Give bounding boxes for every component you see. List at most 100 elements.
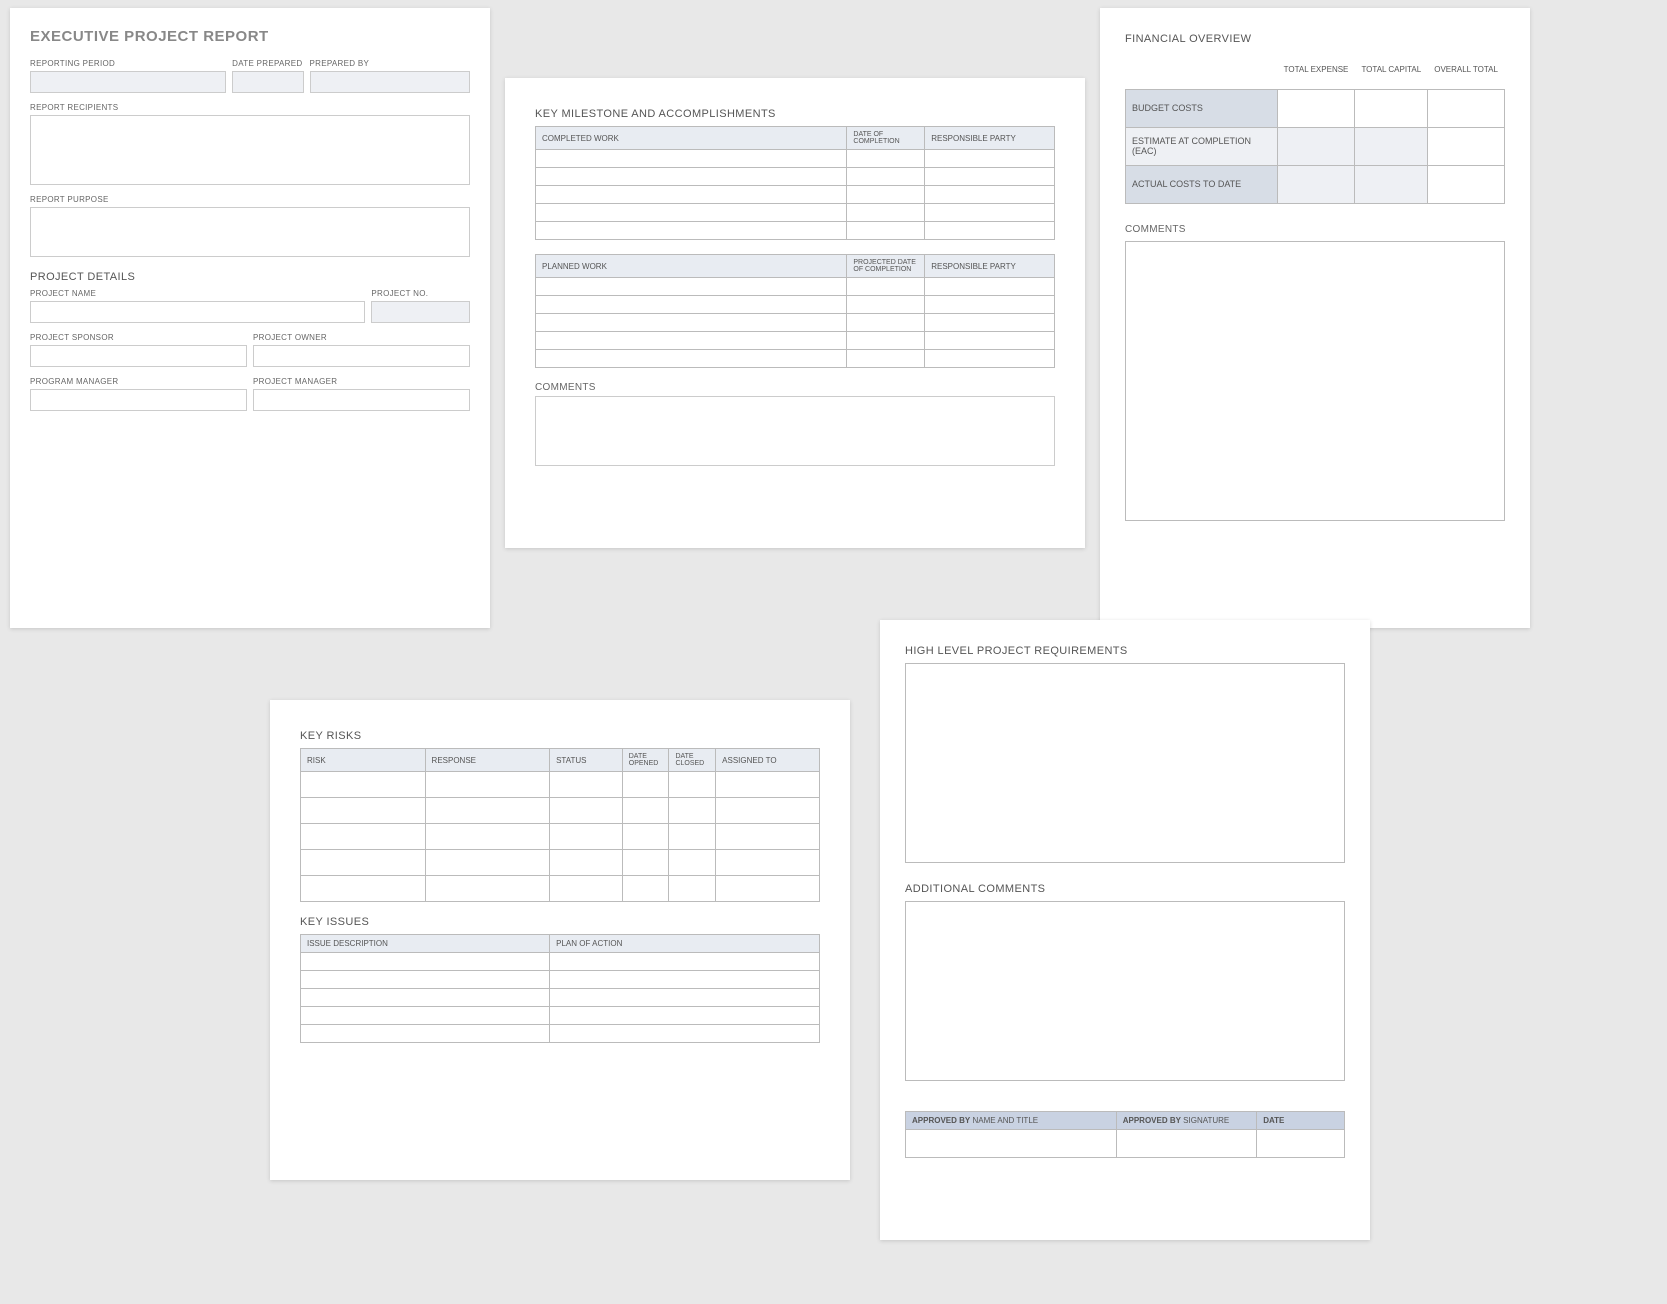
th-approved-sig: APPROVED BY SIGNATURE bbox=[1116, 1112, 1256, 1130]
table-row[interactable] bbox=[536, 186, 1055, 204]
input-requirements[interactable] bbox=[905, 663, 1345, 863]
input-project-manager[interactable] bbox=[253, 389, 470, 411]
heading-key-issues: KEY ISSUES bbox=[300, 916, 820, 928]
lbl-eac: ESTIMATE AT COMPLETION (EAC) bbox=[1126, 127, 1278, 165]
row-eac: ESTIMATE AT COMPLETION (EAC) bbox=[1126, 127, 1505, 165]
cell[interactable] bbox=[1355, 165, 1428, 203]
heading-additional-comments: ADDITIONAL COMMENTS bbox=[905, 883, 1345, 895]
row-actual: ACTUAL COSTS TO DATE bbox=[1126, 165, 1505, 203]
th-projected-date: PROJECTED DATE OF COMPLETION bbox=[847, 255, 925, 278]
table-row[interactable] bbox=[536, 204, 1055, 222]
lbl-program-manager: PROGRAM MANAGER bbox=[30, 377, 247, 386]
input-milestone-comments[interactable] bbox=[535, 396, 1055, 466]
table-row[interactable] bbox=[536, 350, 1055, 368]
cell[interactable] bbox=[1428, 89, 1505, 127]
table-risks: RISK RESPONSE STATUS DATE OPENED DATE CL… bbox=[300, 748, 820, 902]
lbl-project-no: PROJECT NO. bbox=[371, 289, 470, 298]
th-status: STATUS bbox=[550, 749, 623, 772]
input-project-sponsor[interactable] bbox=[30, 345, 247, 367]
th-assigned-to: ASSIGNED TO bbox=[716, 749, 820, 772]
th-response: RESPONSE bbox=[425, 749, 550, 772]
heading-requirements: HIGH LEVEL PROJECT REQUIREMENTS bbox=[905, 645, 1345, 657]
input-project-no[interactable] bbox=[371, 301, 470, 323]
table-row[interactable] bbox=[301, 1025, 820, 1043]
input-report-purpose[interactable] bbox=[30, 207, 470, 257]
cell[interactable] bbox=[1277, 165, 1355, 203]
input-project-owner[interactable] bbox=[253, 345, 470, 367]
page-executive-report: EXECUTIVE PROJECT REPORT REPORTING PERIO… bbox=[10, 8, 490, 628]
th-approved-name: APPROVED BY NAME AND TITLE bbox=[906, 1112, 1117, 1130]
lbl-reporting-period: REPORTING PERIOD bbox=[30, 59, 226, 68]
th-date-completion: DATE OF COMPLETION bbox=[847, 127, 925, 150]
th-completed-work: COMPLETED WORK bbox=[536, 127, 847, 150]
heading-project-details: PROJECT DETAILS bbox=[30, 271, 470, 283]
lbl-budget-costs: BUDGET COSTS bbox=[1126, 89, 1278, 127]
heading-financial: FINANCIAL OVERVIEW bbox=[1125, 33, 1505, 45]
cell[interactable] bbox=[1355, 127, 1428, 165]
table-row[interactable] bbox=[536, 296, 1055, 314]
table-row[interactable] bbox=[301, 971, 820, 989]
cell[interactable] bbox=[1428, 165, 1505, 203]
page-risks-issues: KEY RISKS RISK RESPONSE STATUS DATE OPEN… bbox=[270, 700, 850, 1180]
input-reporting-period[interactable] bbox=[30, 71, 226, 93]
report-title: EXECUTIVE PROJECT REPORT bbox=[30, 28, 470, 45]
table-row[interactable] bbox=[536, 314, 1055, 332]
row-budget-costs: BUDGET COSTS bbox=[1126, 89, 1505, 127]
th-plan-action: PLAN OF ACTION bbox=[550, 935, 820, 953]
th-date-opened: DATE OPENED bbox=[622, 749, 669, 772]
table-row[interactable] bbox=[301, 798, 820, 824]
table-row[interactable] bbox=[301, 1007, 820, 1025]
th-total-capital: TOTAL CAPITAL bbox=[1355, 51, 1428, 89]
cell[interactable] bbox=[1277, 89, 1355, 127]
th-overall-total: OVERALL TOTAL bbox=[1428, 51, 1505, 89]
table-row[interactable] bbox=[301, 824, 820, 850]
input-additional-comments[interactable] bbox=[905, 901, 1345, 1081]
cell[interactable] bbox=[1428, 127, 1505, 165]
lbl-project-sponsor: PROJECT SPONSOR bbox=[30, 333, 247, 342]
input-prepared-by[interactable] bbox=[310, 71, 471, 93]
table-row[interactable] bbox=[536, 168, 1055, 186]
table-row[interactable] bbox=[536, 278, 1055, 296]
input-report-recipients[interactable] bbox=[30, 115, 470, 185]
page-financial: FINANCIAL OVERVIEW TOTAL EXPENSE TOTAL C… bbox=[1100, 8, 1530, 628]
input-project-name[interactable] bbox=[30, 301, 365, 323]
table-row[interactable] bbox=[536, 222, 1055, 240]
th-planned-work: PLANNED WORK bbox=[536, 255, 847, 278]
lbl-date-prepared: DATE PREPARED bbox=[232, 59, 303, 68]
page-milestones: KEY MILESTONE AND ACCOMPLISHMENTS COMPLE… bbox=[505, 78, 1085, 548]
cell[interactable] bbox=[1277, 127, 1355, 165]
heading-milestones: KEY MILESTONE AND ACCOMPLISHMENTS bbox=[535, 108, 1055, 120]
lbl-project-name: PROJECT NAME bbox=[30, 289, 365, 298]
lbl-project-manager: PROJECT MANAGER bbox=[253, 377, 470, 386]
table-row[interactable] bbox=[301, 850, 820, 876]
th-responsible: RESPONSIBLE PARTY bbox=[925, 127, 1055, 150]
heading-key-risks: KEY RISKS bbox=[300, 730, 820, 742]
table-approval: APPROVED BY NAME AND TITLE APPROVED BY S… bbox=[905, 1111, 1345, 1158]
table-row[interactable] bbox=[536, 150, 1055, 168]
th-date: DATE bbox=[1257, 1112, 1345, 1130]
cell[interactable] bbox=[1355, 89, 1428, 127]
th-issue-desc: ISSUE DESCRIPTION bbox=[301, 935, 550, 953]
table-completed-work: COMPLETED WORK DATE OF COMPLETION RESPON… bbox=[535, 126, 1055, 240]
table-row[interactable] bbox=[906, 1130, 1345, 1158]
input-program-manager[interactable] bbox=[30, 389, 247, 411]
table-row[interactable] bbox=[301, 953, 820, 971]
input-date-prepared[interactable] bbox=[232, 71, 303, 93]
table-row[interactable] bbox=[536, 332, 1055, 350]
table-planned-work: PLANNED WORK PROJECTED DATE OF COMPLETIO… bbox=[535, 254, 1055, 368]
lbl-prepared-by: PREPARED BY bbox=[310, 59, 471, 68]
input-financial-comments[interactable] bbox=[1125, 241, 1505, 521]
lbl-comments: COMMENTS bbox=[535, 382, 1055, 393]
page-requirements: HIGH LEVEL PROJECT REQUIREMENTS ADDITION… bbox=[880, 620, 1370, 1240]
table-row[interactable] bbox=[301, 876, 820, 902]
table-row[interactable] bbox=[301, 989, 820, 1007]
table-issues: ISSUE DESCRIPTION PLAN OF ACTION bbox=[300, 934, 820, 1043]
lbl-project-owner: PROJECT OWNER bbox=[253, 333, 470, 342]
th-total-expense: TOTAL EXPENSE bbox=[1277, 51, 1355, 89]
th-date-closed: DATE CLOSED bbox=[669, 749, 716, 772]
table-row[interactable] bbox=[301, 772, 820, 798]
lbl-report-purpose: REPORT PURPOSE bbox=[30, 195, 470, 204]
lbl-report-recipients: REPORT RECIPIENTS bbox=[30, 103, 470, 112]
lbl-actual-costs: ACTUAL COSTS TO DATE bbox=[1126, 165, 1278, 203]
lbl-fin-comments: COMMENTS bbox=[1125, 224, 1505, 235]
